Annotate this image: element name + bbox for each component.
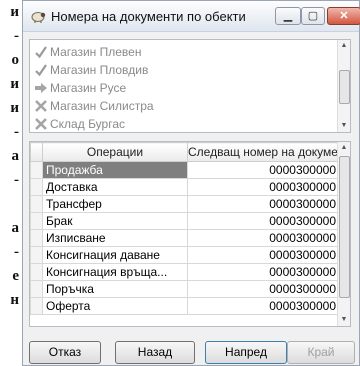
background-line: -	[14, 244, 19, 260]
number-cell[interactable]: 0000300000	[187, 263, 340, 281]
list-item-label: Магазин Пловдив	[50, 63, 149, 77]
number-cell[interactable]: 0000300000	[187, 280, 340, 298]
number-cell[interactable]: 0000300000	[187, 297, 340, 315]
scrollbar-thumb[interactable]	[339, 156, 350, 298]
background-line: а	[11, 148, 20, 164]
scrollbar-thumb[interactable]	[339, 70, 350, 104]
list-item[interactable]: Склад Бургас	[30, 116, 350, 132]
background-line: -	[14, 28, 19, 44]
background-line: е	[12, 268, 19, 284]
sheep-icon	[31, 12, 46, 23]
number-cell[interactable]: 0000300000	[187, 195, 340, 213]
wizard-buttons: Отказ Назад Напред Край	[23, 341, 359, 365]
table-row[interactable]: Консигнация връща... 0000300000	[30, 263, 340, 281]
operation-cell[interactable]: Продажба	[42, 161, 188, 179]
list-item[interactable]: Магазин Силистра	[30, 98, 350, 114]
background-line	[0, 192, 22, 216]
list-item-label: Склад Бургас	[50, 117, 125, 131]
cancel-button[interactable]: Отказ	[29, 341, 101, 364]
table-row[interactable]: Изписване 0000300000	[30, 229, 340, 247]
table-header-row: Операции Следващ номер на документ	[30, 142, 350, 162]
background-line: о	[11, 52, 20, 68]
table-row[interactable]: Трансфер 0000300000	[30, 195, 340, 213]
operation-cell[interactable]: Консигнация даване	[42, 246, 188, 264]
list-item-label: Магазин Плевен	[50, 45, 142, 59]
table-row[interactable]: Поръчка 0000300000	[30, 280, 340, 298]
operations-table: Операции Следващ номер на документ Прода…	[30, 142, 350, 315]
operation-cell[interactable]: Оферта	[42, 297, 188, 315]
background-line: и	[10, 76, 19, 92]
list-item-label: Магазин Силистра	[50, 99, 154, 113]
row-indicator	[30, 195, 43, 213]
row-indicator	[30, 297, 43, 315]
back-button[interactable]: Назад	[115, 341, 195, 364]
background-line: -	[14, 124, 19, 140]
cross-icon	[35, 100, 47, 112]
row-indicator	[30, 246, 43, 264]
row-indicator	[30, 280, 43, 298]
list-scrollbar[interactable]: ▲ ▼	[337, 40, 350, 132]
objects-list[interactable]: Магазин Плевен Магазин Пловдив Магазин Р…	[29, 39, 351, 133]
scroll-down-arrow-icon[interactable]: ▼	[338, 314, 350, 326]
list-item[interactable]: Магазин Русе	[30, 80, 350, 96]
row-indicator	[30, 161, 43, 179]
operation-cell[interactable]: Изписване	[42, 229, 188, 247]
number-cell[interactable]: 0000300000	[187, 212, 340, 230]
arrow-right-icon	[35, 83, 47, 93]
list-item[interactable]: Магазин Пловдив	[30, 62, 350, 78]
operation-cell[interactable]: Поръчка	[42, 280, 188, 298]
operation-cell[interactable]: Брак	[42, 212, 188, 230]
column-header-next-number[interactable]: Следващ номер на документ	[187, 142, 350, 162]
next-button[interactable]: Напред	[205, 341, 287, 364]
table-row[interactable]: Оферта 0000300000	[30, 297, 340, 315]
table-row[interactable]: Доставка 0000300000	[30, 178, 340, 196]
background-line: а	[11, 220, 20, 236]
row-indicator	[30, 178, 43, 196]
operations-grid[interactable]: Операции Следващ номер на документ Прода…	[29, 141, 351, 327]
cross-icon	[35, 118, 47, 130]
close-button[interactable]: ✕	[327, 7, 360, 25]
background-line: и	[10, 100, 19, 116]
maximize-icon: ▢	[307, 10, 319, 22]
background-line: и	[10, 4, 19, 20]
scroll-up-arrow-icon[interactable]: ▲	[338, 40, 350, 52]
row-indicator	[30, 212, 43, 230]
window-title: Номера на документи по обекти	[51, 9, 246, 24]
checkmark-icon	[35, 46, 47, 59]
checkmark-icon	[35, 64, 47, 77]
list-item[interactable]: Магазин Плевен	[30, 44, 350, 60]
operation-cell[interactable]: Трансфер	[42, 195, 188, 213]
document-numbers-dialog: Номера на документи по обекти ▁ ▢ ✕ Мага…	[22, 0, 360, 366]
table-row[interactable]: Брак 0000300000	[30, 212, 340, 230]
background-document-text: и - о и и - а - а - е н	[0, 0, 22, 312]
operation-cell[interactable]: Доставка	[42, 178, 188, 196]
finish-button: Край	[287, 341, 355, 364]
operation-cell[interactable]: Консигнация връща...	[42, 263, 188, 281]
minimize-button[interactable]: ▁	[275, 7, 301, 25]
table-row[interactable]: Консигнация даване 0000300000	[30, 246, 340, 264]
row-indicator	[30, 229, 43, 247]
column-header-operations[interactable]: Операции	[42, 142, 188, 162]
scroll-down-arrow-icon[interactable]: ▼	[338, 120, 350, 132]
maximize-button[interactable]: ▢	[301, 7, 325, 25]
background-line: -	[14, 172, 19, 188]
table-row[interactable]: Продажба 0000300000	[30, 161, 340, 179]
number-cell[interactable]: 0000300000	[187, 246, 340, 264]
background-line: н	[10, 292, 19, 308]
number-cell[interactable]: 0000300000	[187, 178, 340, 196]
scroll-up-arrow-icon[interactable]: ▲	[338, 142, 350, 154]
minimize-icon: ▁	[283, 10, 293, 22]
title-bar[interactable]: Номера на документи по обекти ▁ ▢ ✕	[23, 1, 360, 32]
close-icon: ✕	[339, 10, 349, 22]
grid-scrollbar[interactable]: ▲ ▼	[337, 142, 350, 326]
number-cell[interactable]: 0000300000	[187, 161, 340, 179]
row-indicator	[30, 263, 43, 281]
list-item-label: Магазин Русе	[50, 81, 127, 95]
number-cell[interactable]: 0000300000	[187, 229, 340, 247]
row-indicator-header	[30, 142, 43, 162]
